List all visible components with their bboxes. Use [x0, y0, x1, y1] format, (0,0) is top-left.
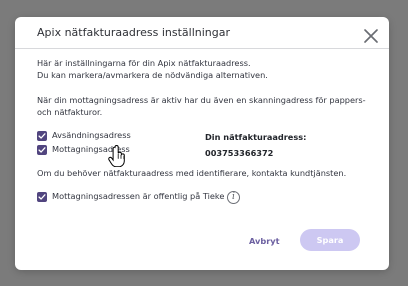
modal-title: Apix nätfakturaadress inställningar — [37, 26, 231, 39]
support-text: Om du behöver nätfakturaadress med ident… — [37, 168, 347, 178]
intro-text-line-2: Du kan markera/avmarkera de nödvändiga a… — [37, 70, 268, 80]
info-icon[interactable]: i — [227, 191, 240, 204]
notice-text-line-1: När din mottagningsadress är aktiv har d… — [37, 95, 366, 105]
save-button[interactable]: Spara — [300, 229, 360, 251]
settings-modal: Apix nätfakturaadress inställningar Här … — [15, 17, 389, 270]
receiving-address-label[interactable]: Mottagningsadress — [52, 144, 130, 154]
close-icon[interactable] — [362, 27, 380, 45]
e-invoice-address-label: Din nätfakturaadress: — [205, 132, 307, 142]
public-address-checkbox[interactable] — [37, 192, 47, 202]
checkbox-check-icon — [38, 147, 46, 153]
cancel-button[interactable]: Avbryt — [249, 236, 280, 246]
public-address-label[interactable]: Mottagningsadressen är offentlig på Tiek… — [52, 191, 224, 201]
footer-divider — [15, 215, 389, 216]
e-invoice-address-value: 003753366372 — [205, 148, 274, 158]
notice-text-line-2: och nätfakturor. — [37, 107, 103, 117]
receiving-address-checkbox[interactable] — [37, 145, 47, 155]
header-divider — [15, 48, 389, 49]
sending-address-label[interactable]: Avsändningsadress — [52, 130, 131, 140]
checkbox-check-icon — [38, 133, 46, 139]
sending-address-checkbox[interactable] — [37, 131, 47, 141]
intro-text-line-1: Här är inställningarna för din Apix nätf… — [37, 58, 251, 68]
checkbox-check-icon — [38, 194, 46, 200]
